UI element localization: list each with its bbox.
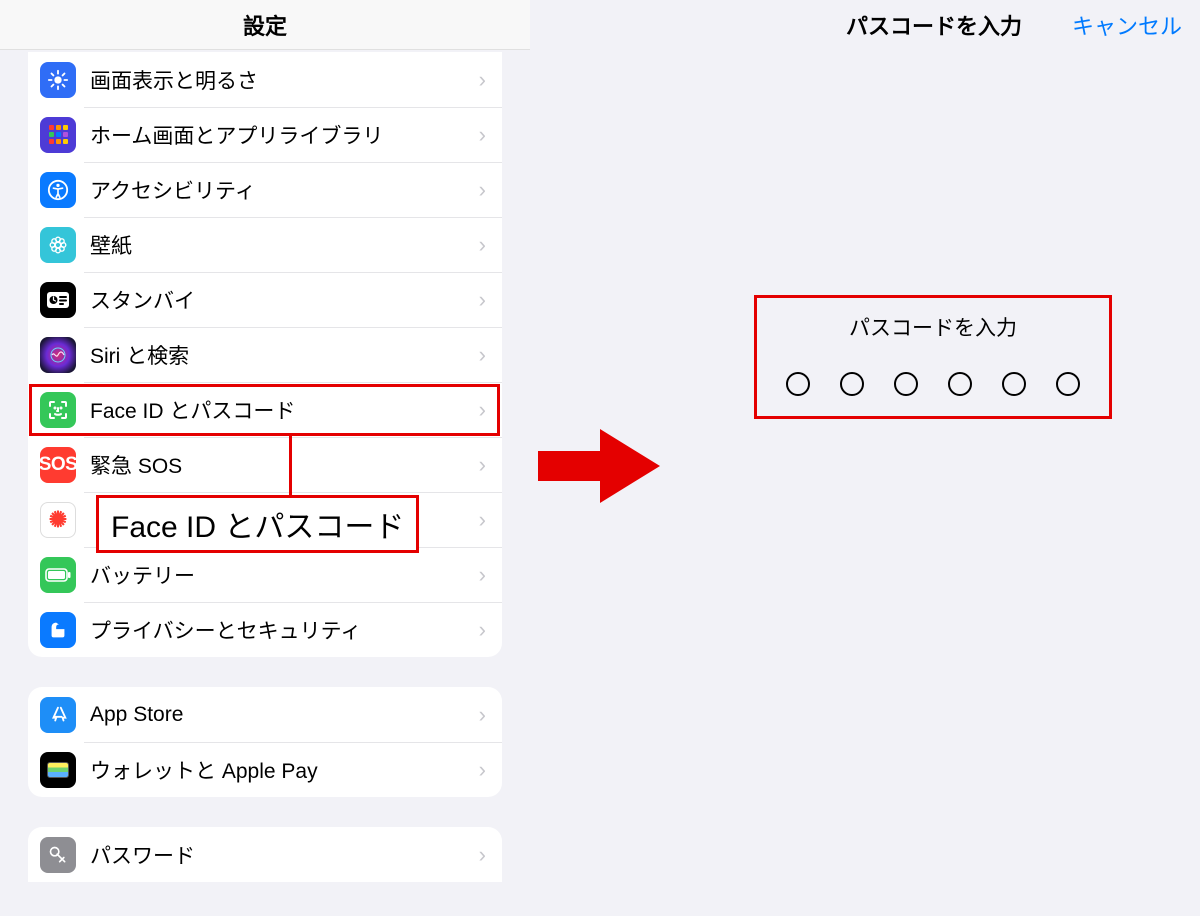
row-passwords-label: パスワード xyxy=(90,840,479,870)
row-siri-label: Siri と検索 xyxy=(90,340,479,370)
passcode-pane: パスコードを入力 キャンセル パスコードを入力 xyxy=(668,0,1200,916)
arrow-icon xyxy=(538,423,660,509)
home-screen-icon xyxy=(40,117,76,153)
row-privacy-label: プライバシーとセキュリティ xyxy=(90,615,479,645)
chevron-right-icon: › xyxy=(479,232,486,258)
sos-text: SOS xyxy=(39,454,78,476)
settings-group-3: パスワード › xyxy=(28,827,502,882)
settings-group-2: App Store › ウォレットと Apple Pay › xyxy=(28,687,502,797)
row-home[interactable]: ホーム画面とアプリライブラリ › xyxy=(28,107,502,162)
callout-connector xyxy=(289,436,292,498)
row-battery[interactable]: バッテリー › xyxy=(28,547,502,602)
callout-faceid: Face ID とパスコード xyxy=(96,495,419,553)
passcode-header: パスコードを入力 キャンセル xyxy=(668,0,1200,50)
row-home-label: ホーム画面とアプリライブラリ xyxy=(90,120,479,150)
faceid-icon xyxy=(40,392,76,428)
exposure-icon: ✺ xyxy=(40,502,76,538)
row-sos[interactable]: SOS 緊急 SOS › xyxy=(28,437,502,492)
row-faceid-label: Face ID とパスコード xyxy=(90,395,479,425)
passcode-dots xyxy=(767,372,1099,396)
chevron-right-icon: › xyxy=(479,122,486,148)
passcode-dot xyxy=(948,372,972,396)
passcode-header-title: パスコードを入力 xyxy=(846,9,1022,41)
brightness-icon xyxy=(40,62,76,98)
appstore-icon xyxy=(40,697,76,733)
row-passwords[interactable]: パスワード › xyxy=(28,827,502,882)
passcode-prompt: パスコードを入力 xyxy=(767,312,1099,342)
chevron-right-icon: › xyxy=(479,397,486,423)
chevron-right-icon: › xyxy=(479,507,486,533)
row-appstore[interactable]: App Store › xyxy=(28,687,502,742)
chevron-right-icon: › xyxy=(479,342,486,368)
row-battery-label: バッテリー xyxy=(90,560,479,590)
settings-title: 設定 xyxy=(243,9,287,41)
chevron-right-icon: › xyxy=(479,287,486,313)
row-wallpaper[interactable]: 壁紙 › xyxy=(28,217,502,272)
standby-icon xyxy=(40,282,76,318)
privacy-icon xyxy=(40,612,76,648)
passcode-dot xyxy=(894,372,918,396)
row-wallet-label: ウォレットと Apple Pay xyxy=(90,755,479,785)
row-display[interactable]: 画面表示と明るさ › xyxy=(28,52,502,107)
passcode-dot xyxy=(1002,372,1026,396)
settings-header: 設定 xyxy=(0,0,530,50)
passcode-dot xyxy=(1056,372,1080,396)
accessibility-icon xyxy=(40,172,76,208)
siri-icon xyxy=(40,337,76,373)
row-accessibility[interactable]: アクセシビリティ › xyxy=(28,162,502,217)
chevron-right-icon: › xyxy=(479,562,486,588)
row-siri[interactable]: Siri と検索 › xyxy=(28,327,502,382)
settings-pane: 設定 画面表示と明るさ › ホーム画面とアプリライブラリ › アクセシビリティ … xyxy=(0,0,530,916)
row-standby-label: スタンバイ xyxy=(90,285,479,315)
cancel-button[interactable]: キャンセル xyxy=(1072,9,1182,41)
passcode-dot xyxy=(840,372,864,396)
passwords-icon xyxy=(40,837,76,873)
chevron-right-icon: › xyxy=(479,177,486,203)
row-wallpaper-label: 壁紙 xyxy=(90,230,479,260)
chevron-right-icon: › xyxy=(479,757,486,783)
wallet-icon xyxy=(40,752,76,788)
sos-icon: SOS xyxy=(40,447,76,483)
row-display-label: 画面表示と明るさ xyxy=(90,65,479,95)
chevron-right-icon: › xyxy=(479,702,486,728)
row-faceid[interactable]: Face ID とパスコード › xyxy=(28,382,502,437)
passcode-dot xyxy=(786,372,810,396)
row-standby[interactable]: スタンバイ › xyxy=(28,272,502,327)
passcode-entry[interactable]: パスコードを入力 xyxy=(754,295,1112,419)
settings-group-1: 画面表示と明るさ › ホーム画面とアプリライブラリ › アクセシビリティ › 壁… xyxy=(28,52,502,657)
battery-icon xyxy=(40,557,76,593)
row-privacy[interactable]: プライバシーとセキュリティ › xyxy=(28,602,502,657)
row-wallet[interactable]: ウォレットと Apple Pay › xyxy=(28,742,502,797)
row-accessibility-label: アクセシビリティ xyxy=(90,175,479,205)
callout-text: Face ID とパスコード xyxy=(111,511,404,544)
chevron-right-icon: › xyxy=(479,67,486,93)
row-sos-label: 緊急 SOS xyxy=(90,450,479,480)
chevron-right-icon: › xyxy=(479,842,486,868)
wallpaper-icon xyxy=(40,227,76,263)
chevron-right-icon: › xyxy=(479,617,486,643)
chevron-right-icon: › xyxy=(479,452,486,478)
row-appstore-label: App Store xyxy=(90,703,479,727)
